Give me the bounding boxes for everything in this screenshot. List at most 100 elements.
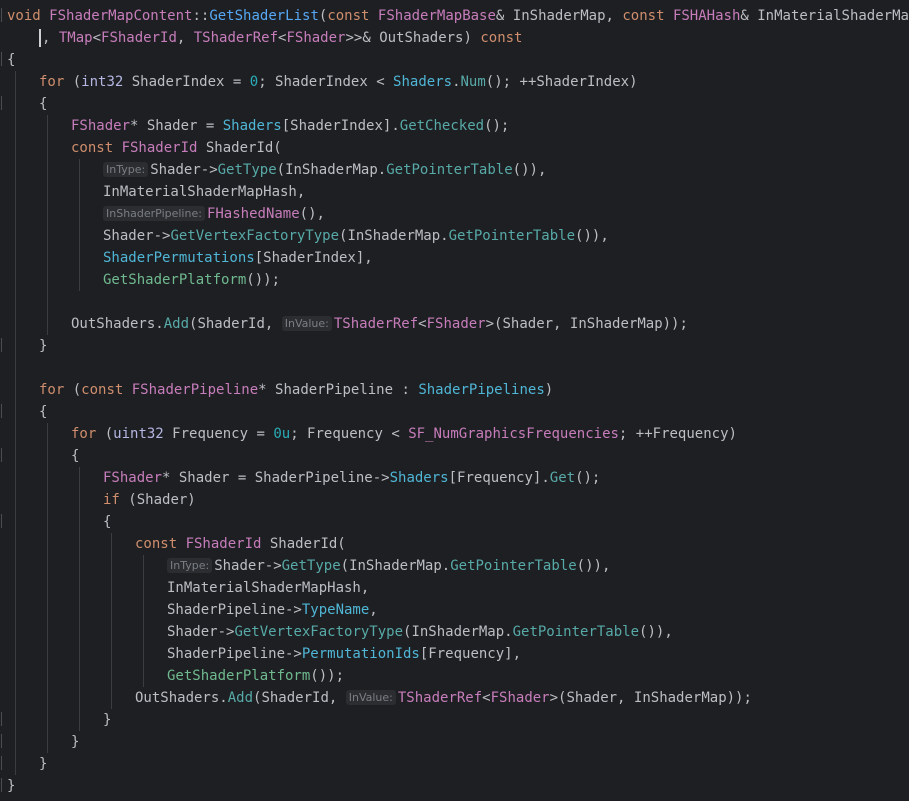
code-line[interactable]: {: [1, 93, 909, 115]
code-token: Shaders: [393, 74, 453, 90]
code-token: SF_NumGraphicsFrequencies: [408, 426, 619, 442]
code-line[interactable]: for (const FShaderPipeline* ShaderPipeli…: [7, 379, 909, 401]
code-line[interactable]: InMaterialShaderMapHash,: [7, 577, 909, 599]
code-line[interactable]: InMaterialShaderMapHash,: [7, 181, 909, 203]
code-line[interactable]: OutShaders.Add(ShaderId, InValue: TShader…: [7, 687, 909, 709]
code-text: }: [7, 778, 15, 794]
code-line[interactable]: {: [1, 445, 909, 467]
code-token: (); ++ShaderIndex): [485, 74, 638, 90]
code-token: [ShaderIndex].: [281, 118, 400, 134]
parameter-hint: InType:: [103, 162, 149, 177]
code-token: Shader->: [214, 558, 282, 574]
code-token: (: [72, 382, 82, 398]
code-line[interactable]: InShaderPipeline: FHashedName(),: [7, 203, 909, 225]
code-line[interactable]: }: [1, 335, 909, 357]
code-line[interactable]: const FShaderId ShaderId(: [7, 533, 909, 555]
code-token: {: [103, 514, 112, 530]
code-text: ShaderPipeline->PermutationIds[Frequency…: [7, 646, 521, 662]
code-token: (ShaderId,: [253, 690, 346, 706]
code-line[interactable]: const FShaderId ShaderId(: [7, 137, 909, 159]
code-line[interactable]: InType: Shader->GetType(InShaderMap.GetPo…: [7, 159, 909, 181]
code-token: (: [104, 426, 114, 442]
code-token: GetChecked: [399, 118, 485, 134]
code-line[interactable]: OutShaders.Add(ShaderId, InValue: TShader…: [7, 313, 909, 335]
code-token: ShaderPipelines: [418, 382, 545, 398]
code-token: FShader: [286, 30, 346, 46]
code-token: {: [71, 448, 80, 464]
code-token: Get: [549, 470, 576, 486]
code-line[interactable]: }: [1, 753, 909, 775]
code-token: TShaderRef: [333, 316, 419, 332]
code-token: FShaderId: [121, 140, 206, 156]
code-token: FShaderMapBase: [377, 8, 496, 24]
code-line[interactable]: }: [1, 731, 909, 753]
code-token: GetVertexFactoryType: [170, 228, 340, 244]
code-line[interactable]: }: [1, 775, 909, 797]
code-token: >(Shader, InShaderMap));: [549, 690, 752, 706]
code-line[interactable]: FShader* Shader = ShaderPipeline->Shader…: [7, 467, 909, 489]
code-token: }: [39, 756, 48, 772]
code-token: ; Frequency <: [290, 426, 409, 442]
code-line[interactable]: GetShaderPlatform());: [7, 269, 909, 291]
code-line[interactable]: void FShaderMapContent::GetShaderList(co…: [1, 5, 909, 27]
code-token: Num: [460, 74, 486, 90]
code-token: OutShaders.: [135, 690, 228, 706]
code-line[interactable]: ShaderPipeline->PermutationIds[Frequency…: [7, 643, 909, 665]
indent-guide: [15, 357, 16, 379]
code-text: InShaderPipeline: FHashedName(),: [7, 206, 325, 222]
code-token: FShader: [426, 316, 486, 332]
code-token: }: [39, 338, 48, 354]
code-area[interactable]: void FShaderMapContent::GetShaderList(co…: [1, 5, 909, 797]
code-token: int32: [81, 74, 132, 90]
code-token: & InMaterialShaderMapHash: [740, 8, 909, 24]
code-line[interactable]: , TMap<FShaderId, TShaderRef<FShader>>& …: [7, 27, 909, 49]
code-token: >(Shader, InShaderMap));: [485, 316, 688, 332]
code-editor[interactable]: void FShaderMapContent::GetShaderList(co…: [0, 0, 909, 801]
code-token: {: [39, 96, 48, 112]
code-text: FShader* Shader = ShaderPipeline->Shader…: [7, 470, 600, 486]
code-token: (InShaderMap.: [340, 558, 451, 574]
code-line[interactable]: {: [1, 401, 909, 423]
code-text: {: [7, 448, 79, 464]
code-token: const: [327, 8, 378, 24]
code-text: GetShaderPlatform());: [7, 668, 344, 684]
code-line[interactable]: FShader* Shader = Shaders[ShaderIndex].G…: [7, 115, 909, 137]
code-token: FShaderId: [185, 536, 270, 552]
code-line[interactable]: GetShaderPlatform());: [7, 665, 909, 687]
code-token: GetShaderPlatform: [167, 668, 311, 684]
code-token: GetPointerTable: [448, 228, 576, 244]
code-token: (InShaderMap.: [276, 162, 387, 178]
code-line[interactable]: InType: Shader->GetType(InShaderMap.GetPo…: [7, 555, 909, 577]
code-line[interactable]: Shader->GetVertexFactoryType(InShaderMap…: [7, 621, 909, 643]
code-token: ): [544, 382, 554, 398]
code-line[interactable]: }: [1, 709, 909, 731]
code-token: FHashedName: [206, 206, 300, 222]
code-line[interactable]: [7, 357, 909, 379]
code-token: <: [418, 316, 427, 332]
code-token: * Shader =: [130, 118, 223, 134]
indent-guide: [15, 291, 16, 313]
code-token: .: [452, 74, 461, 90]
code-token: Shaders: [222, 118, 282, 134]
code-line[interactable]: ShaderPermutations[ShaderIndex],: [7, 247, 909, 269]
code-token: Shader->: [150, 162, 218, 178]
code-token: ,: [369, 602, 378, 618]
code-token: GetType: [281, 558, 341, 574]
code-text: InMaterialShaderMapHash,: [7, 184, 305, 200]
code-line[interactable]: {: [1, 511, 909, 533]
code-line[interactable]: for (uint32 Frequency = 0u; Frequency < …: [7, 423, 909, 445]
code-token: const: [81, 382, 132, 398]
parameter-hint: InValue:: [281, 316, 332, 331]
code-line[interactable]: Shader->GetVertexFactoryType(InShaderMap…: [7, 225, 909, 247]
code-line[interactable]: [7, 291, 909, 313]
code-line[interactable]: for (int32 ShaderIndex = 0; ShaderIndex …: [7, 71, 909, 93]
code-line[interactable]: {: [1, 49, 909, 71]
code-token: for: [39, 382, 73, 398]
code-token: InMaterialShaderMapHash,: [167, 580, 370, 596]
code-line[interactable]: if (Shader): [7, 489, 909, 511]
code-token: ShaderId(: [205, 140, 282, 156]
code-token: for: [71, 426, 105, 442]
code-token: (ShaderId,: [189, 316, 282, 332]
parameter-hint: InValue:: [345, 690, 396, 705]
code-line[interactable]: ShaderPipeline->TypeName,: [7, 599, 909, 621]
